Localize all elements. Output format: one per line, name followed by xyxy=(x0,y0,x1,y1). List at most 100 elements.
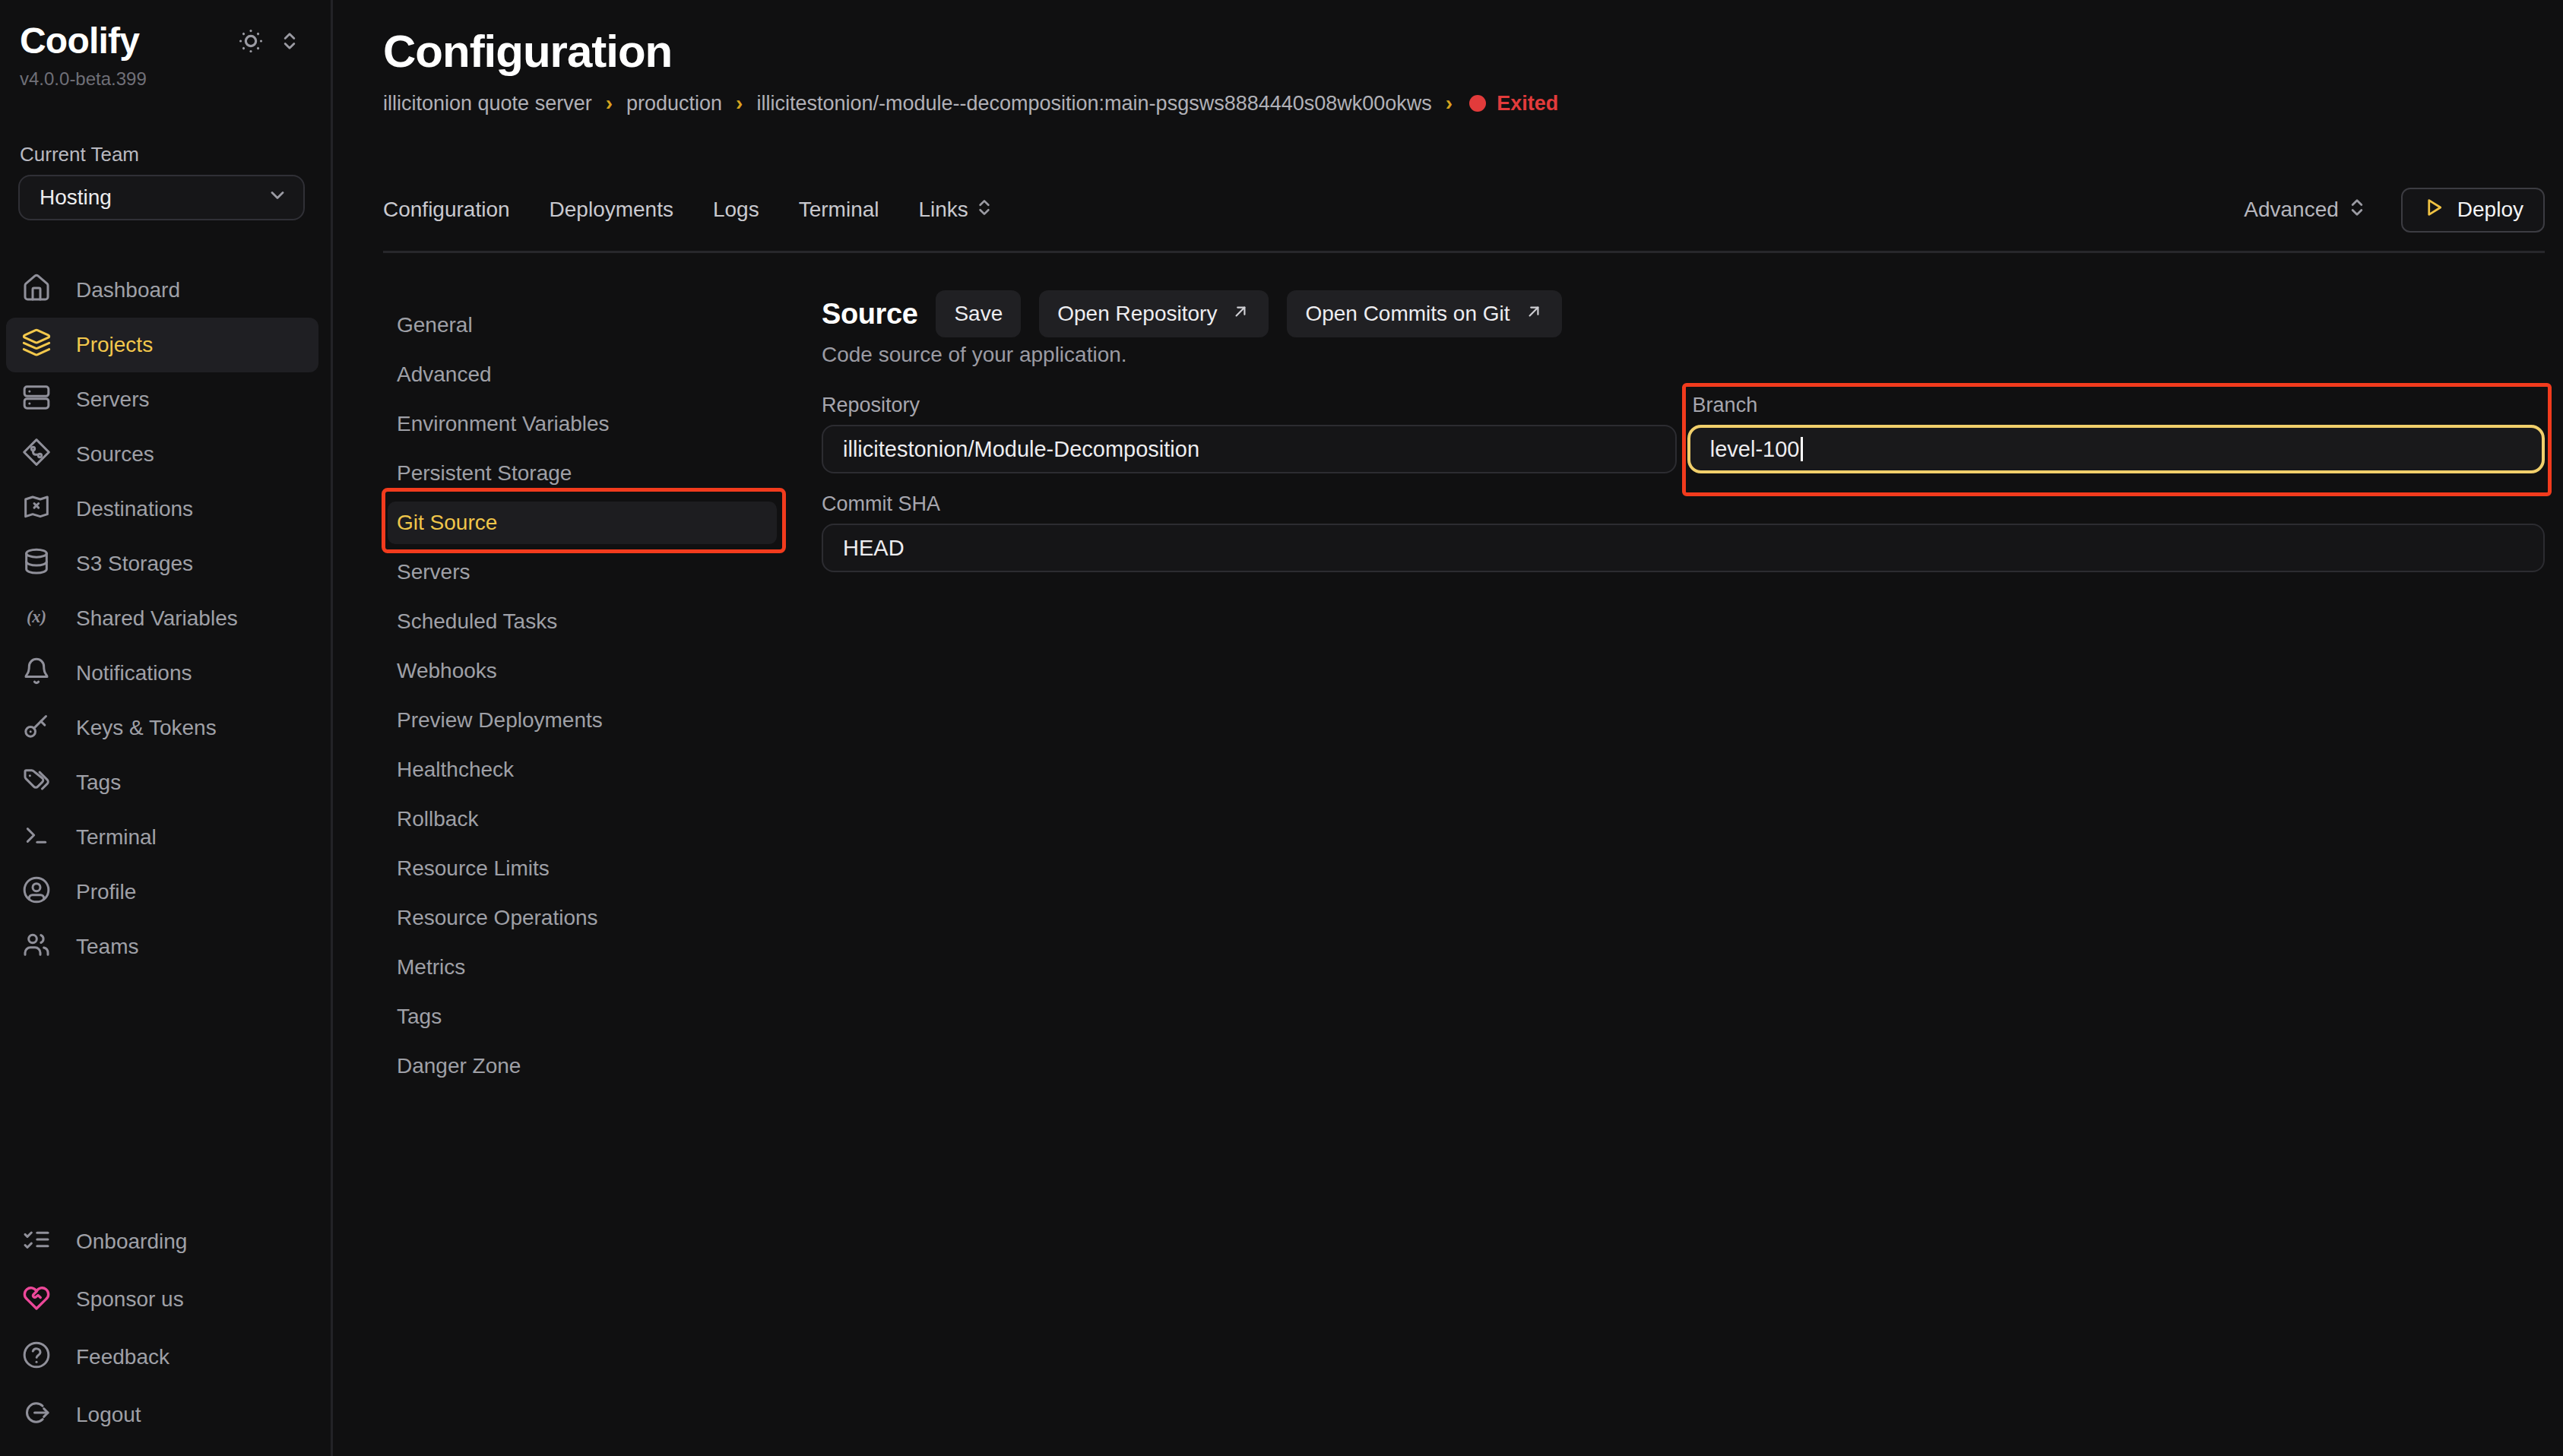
layers-icon xyxy=(21,328,52,363)
git-icon xyxy=(21,437,52,473)
subnav-item-webhooks[interactable]: Webhooks xyxy=(388,650,777,692)
deploy-button[interactable]: Deploy xyxy=(2401,188,2545,233)
tab-configuration[interactable]: Configuration xyxy=(383,198,510,223)
sidebar-item-teams[interactable]: Teams xyxy=(6,919,318,974)
open-commits-button[interactable]: Open Commits on Git xyxy=(1287,290,1561,337)
sidebar-item-label: Profile xyxy=(76,880,136,904)
subnav-item-advanced[interactable]: Advanced xyxy=(388,353,777,396)
sidebar-item-label: S3 Storages xyxy=(76,552,193,576)
subnav-item-metrics[interactable]: Metrics xyxy=(388,946,777,989)
sidebar-item-tags[interactable]: Tags xyxy=(6,755,318,810)
tab-links[interactable]: Links xyxy=(919,198,994,223)
subnav-item-tags[interactable]: Tags xyxy=(388,995,777,1038)
source-heading: Source xyxy=(822,298,917,331)
subnav-item-preview-deployments[interactable]: Preview Deployments xyxy=(388,699,777,742)
tab-deployments[interactable]: Deployments xyxy=(550,198,673,223)
subnav-item-scheduled-tasks[interactable]: Scheduled Tasks xyxy=(388,600,777,643)
tags-icon xyxy=(21,765,52,801)
tab-terminal[interactable]: Terminal xyxy=(799,198,879,223)
source-description: Code source of your application. xyxy=(822,344,2545,366)
settings-subnav: General Advanced Environment Variables Pers… xyxy=(383,253,822,1094)
sidebar-item-notifications[interactable]: Notifications xyxy=(6,646,318,701)
subnav-item-environment-variables[interactable]: Environment Variables xyxy=(388,403,777,445)
sidebar-item-label: Terminal xyxy=(76,825,157,850)
version-switcher-chevrons-icon[interactable] xyxy=(279,30,300,52)
sidebar-item-s3-storages[interactable]: S3 Storages xyxy=(6,537,318,591)
subnav-item-healthcheck[interactable]: Healthcheck xyxy=(388,749,777,791)
sidebar-item-destinations[interactable]: Destinations xyxy=(6,482,318,537)
sidebar-item-label: Dashboard xyxy=(76,278,180,302)
sidebar-item-projects[interactable]: Projects xyxy=(6,318,318,372)
deploy-label: Deploy xyxy=(2457,198,2523,222)
subnav-item-danger-zone[interactable]: Danger Zone xyxy=(388,1045,777,1087)
text-caret xyxy=(1801,437,1803,461)
app-title: Coolify xyxy=(20,18,236,64)
subnav-item-resource-limits[interactable]: Resource Limits xyxy=(388,847,777,890)
sidebar-item-shared-variables[interactable]: (x) Shared Variables xyxy=(6,591,318,646)
sidebar-footer-nav: Onboarding Sponsor us Feedback Logout xyxy=(0,1213,331,1444)
terminal-icon xyxy=(21,820,52,856)
advanced-toggle[interactable]: Advanced xyxy=(2244,197,2368,223)
commit-sha-input[interactable]: HEAD xyxy=(822,524,2545,572)
team-select[interactable]: Hosting xyxy=(18,175,305,220)
repository-input[interactable]: illicitestonion/Module-Decomposition xyxy=(822,425,1677,473)
breadcrumb-chevron: › xyxy=(606,91,613,116)
sidebar-item-label: Logout xyxy=(76,1403,141,1427)
sidebar-item-label: Shared Variables xyxy=(76,606,238,631)
subnav-item-rollback[interactable]: Rollback xyxy=(388,798,777,840)
external-link-icon xyxy=(1231,302,1250,327)
tab-logs[interactable]: Logs xyxy=(713,198,759,223)
variable-icon: (x) xyxy=(21,601,52,637)
sidebar-item-feedback[interactable]: Feedback xyxy=(6,1328,318,1386)
sidebar-item-label: Tags xyxy=(76,771,121,795)
sidebar-item-label: Onboarding xyxy=(76,1230,187,1254)
breadcrumb-item[interactable]: illicitonion quote server xyxy=(383,92,592,116)
page-title: Configuration xyxy=(383,24,2545,79)
sidebar-item-keys-tokens[interactable]: Keys & Tokens xyxy=(6,701,318,755)
theme-toggle-sun-icon[interactable] xyxy=(236,27,265,55)
sidebar-item-dashboard[interactable]: Dashboard xyxy=(6,263,318,318)
chevrons-up-down-icon xyxy=(2346,197,2368,223)
sidebar-item-label: Destinations xyxy=(76,497,193,521)
map-icon xyxy=(21,492,52,527)
svg-text:(x): (x) xyxy=(27,606,46,625)
sidebar-item-sources[interactable]: Sources xyxy=(6,427,318,482)
sidebar-item-onboarding[interactable]: Onboarding xyxy=(6,1213,318,1271)
save-button[interactable]: Save xyxy=(936,290,1021,337)
subnav-item-persistent-storage[interactable]: Persistent Storage xyxy=(388,452,777,495)
app-version: v4.0.0-beta.399 xyxy=(20,70,331,88)
breadcrumb: illicitonion quote server › production › ill… xyxy=(383,88,2545,119)
sidebar-item-sponsor-us[interactable]: Sponsor us xyxy=(6,1271,318,1328)
main-area: Configuration illicitonion quote server ›… xyxy=(335,0,2563,1456)
chevrons-up-down-icon xyxy=(974,198,994,223)
sidebar-item-terminal[interactable]: Terminal xyxy=(6,810,318,865)
checklist-icon xyxy=(21,1224,52,1260)
source-panel: Source Save Open Repository Open Commits… xyxy=(822,253,2545,1094)
play-icon xyxy=(2422,196,2445,224)
database-icon xyxy=(21,546,52,582)
home-icon xyxy=(21,273,52,309)
help-icon xyxy=(21,1340,52,1375)
sidebar-item-label: Feedback xyxy=(76,1345,169,1369)
heart-icon xyxy=(21,1282,52,1318)
sidebar-item-logout[interactable]: Logout xyxy=(6,1386,318,1444)
subnav-item-servers[interactable]: Servers xyxy=(388,551,777,593)
branch-input[interactable]: level-100 xyxy=(1687,425,2545,473)
breadcrumb-item[interactable]: production xyxy=(626,92,722,116)
subnav-item-general[interactable]: General xyxy=(388,304,777,347)
breadcrumb-item: illicitestonion/-module--decomposition:m… xyxy=(756,92,1431,116)
subnav-item-git-source[interactable]: Git Source xyxy=(388,502,777,544)
users-icon xyxy=(21,929,52,965)
subnav-item-resource-operations[interactable]: Resource Operations xyxy=(388,897,777,939)
sidebar-item-servers[interactable]: Servers xyxy=(6,372,318,427)
open-repository-button[interactable]: Open Repository xyxy=(1039,290,1269,337)
user-icon xyxy=(21,875,52,910)
repository-label: Repository xyxy=(822,394,1677,416)
coolify-app: Coolify v4.0.0-beta.399 Current Team Hos… xyxy=(0,0,2563,1456)
breadcrumb-chevron: › xyxy=(736,91,743,116)
branch-label: Branch xyxy=(1693,394,2545,416)
bell-icon xyxy=(21,656,52,692)
commit-sha-label: Commit SHA xyxy=(822,493,2545,514)
team-select-value: Hosting xyxy=(40,185,267,210)
sidebar-item-profile[interactable]: Profile xyxy=(6,865,318,919)
